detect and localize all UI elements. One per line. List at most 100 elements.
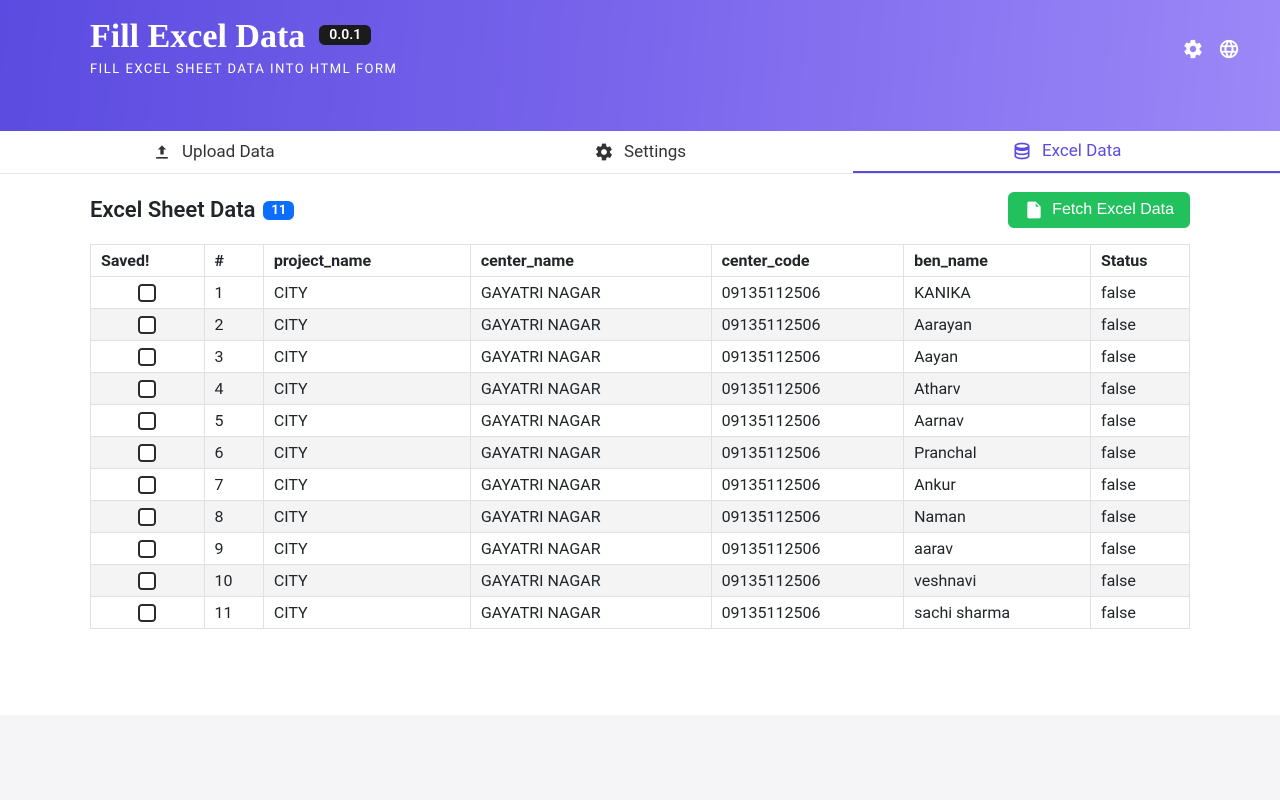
- table-row: 10CITYGAYATRI NAGAR09135112506veshnavifa…: [91, 565, 1190, 597]
- cell-center-name: GAYATRI NAGAR: [470, 501, 711, 533]
- tab-excel-data[interactable]: Excel Data: [853, 131, 1280, 173]
- cell-center-name: GAYATRI NAGAR: [470, 597, 711, 629]
- row-saved-checkbox[interactable]: [138, 348, 156, 366]
- cell-index: 11: [204, 597, 263, 629]
- row-saved-checkbox[interactable]: [138, 476, 156, 494]
- cell-index: 3: [204, 341, 263, 373]
- table-row: 6CITYGAYATRI NAGAR09135112506Pranchalfal…: [91, 437, 1190, 469]
- cell-ben-name: Atharv: [904, 373, 1091, 405]
- cell-ben-name: KANIKA: [904, 277, 1091, 309]
- cell-center-code: 09135112506: [711, 533, 904, 565]
- cell-center-code: 09135112506: [711, 565, 904, 597]
- cell-center-name: GAYATRI NAGAR: [470, 277, 711, 309]
- gear-icon: [594, 142, 614, 162]
- tab-excel-label: Excel Data: [1042, 141, 1121, 161]
- row-saved-checkbox[interactable]: [138, 444, 156, 462]
- row-saved-checkbox[interactable]: [138, 540, 156, 558]
- cell-ben-name: Aayan: [904, 341, 1091, 373]
- cell-status: false: [1091, 533, 1190, 565]
- col-header-ben: ben_name: [904, 245, 1091, 277]
- cell-center-name: GAYATRI NAGAR: [470, 437, 711, 469]
- cell-project-name: CITY: [263, 533, 470, 565]
- cell-status: false: [1091, 565, 1190, 597]
- cell-ben-name: Pranchal: [904, 437, 1091, 469]
- row-saved-checkbox[interactable]: [138, 412, 156, 430]
- table-row: 9CITYGAYATRI NAGAR09135112506aaravfalse: [91, 533, 1190, 565]
- table-row: 8CITYGAYATRI NAGAR09135112506Namanfalse: [91, 501, 1190, 533]
- tab-upload-data[interactable]: Upload Data: [0, 131, 427, 173]
- cell-status: false: [1091, 341, 1190, 373]
- cell-ben-name: Naman: [904, 501, 1091, 533]
- cell-status: false: [1091, 277, 1190, 309]
- col-header-center: center_name: [470, 245, 711, 277]
- cell-index: 7: [204, 469, 263, 501]
- cell-ben-name: aarav: [904, 533, 1091, 565]
- tab-settings[interactable]: Settings: [427, 131, 854, 173]
- cell-index: 6: [204, 437, 263, 469]
- cell-index: 10: [204, 565, 263, 597]
- col-header-code: center_code: [711, 245, 904, 277]
- row-saved-checkbox[interactable]: [138, 604, 156, 622]
- database-icon: [1012, 141, 1032, 161]
- fetch-excel-label: Fetch Excel Data: [1052, 201, 1174, 219]
- row-saved-checkbox[interactable]: [138, 284, 156, 302]
- cell-center-name: GAYATRI NAGAR: [470, 469, 711, 501]
- cell-center-code: 09135112506: [711, 469, 904, 501]
- table-row: 3CITYGAYATRI NAGAR09135112506Aayanfalse: [91, 341, 1190, 373]
- cell-project-name: CITY: [263, 565, 470, 597]
- page-title: Excel Sheet Data: [90, 198, 255, 223]
- cell-index: 8: [204, 501, 263, 533]
- col-header-index: #: [204, 245, 263, 277]
- globe-icon[interactable]: [1218, 38, 1240, 64]
- cell-project-name: CITY: [263, 405, 470, 437]
- cell-index: 5: [204, 405, 263, 437]
- cell-ben-name: Aarayan: [904, 309, 1091, 341]
- version-badge: 0.0.1: [319, 25, 371, 45]
- footer-bar: [0, 715, 1280, 800]
- cell-center-name: GAYATRI NAGAR: [470, 533, 711, 565]
- cell-center-code: 09135112506: [711, 405, 904, 437]
- cell-index: 1: [204, 277, 263, 309]
- row-saved-checkbox[interactable]: [138, 316, 156, 334]
- cell-ben-name: sachi sharma: [904, 597, 1091, 629]
- table-row: 1CITYGAYATRI NAGAR09135112506KANIKAfalse: [91, 277, 1190, 309]
- cell-center-code: 09135112506: [711, 501, 904, 533]
- tab-bar: Upload Data Settings Excel Data: [0, 131, 1280, 174]
- cell-center-name: GAYATRI NAGAR: [470, 341, 711, 373]
- cell-center-code: 09135112506: [711, 597, 904, 629]
- cell-center-code: 09135112506: [711, 309, 904, 341]
- cell-status: false: [1091, 373, 1190, 405]
- cell-center-code: 09135112506: [711, 277, 904, 309]
- cell-center-name: GAYATRI NAGAR: [470, 405, 711, 437]
- cell-status: false: [1091, 501, 1190, 533]
- cell-center-code: 09135112506: [711, 437, 904, 469]
- col-header-saved: Saved!: [91, 245, 205, 277]
- excel-data-table: Saved! # project_name center_name center…: [90, 244, 1190, 629]
- cell-ben-name: Ankur: [904, 469, 1091, 501]
- fetch-excel-button[interactable]: Fetch Excel Data: [1008, 192, 1190, 228]
- cell-project-name: CITY: [263, 501, 470, 533]
- col-header-status: Status: [1091, 245, 1190, 277]
- table-row: 5CITYGAYATRI NAGAR09135112506Aarnavfalse: [91, 405, 1190, 437]
- row-saved-checkbox[interactable]: [138, 380, 156, 398]
- cell-status: false: [1091, 405, 1190, 437]
- table-row: 7CITYGAYATRI NAGAR09135112506Ankurfalse: [91, 469, 1190, 501]
- row-saved-checkbox[interactable]: [138, 508, 156, 526]
- cell-center-name: GAYATRI NAGAR: [470, 373, 711, 405]
- cell-status: false: [1091, 469, 1190, 501]
- table-row: 11CITYGAYATRI NAGAR09135112506sachi shar…: [91, 597, 1190, 629]
- cell-ben-name: veshnavi: [904, 565, 1091, 597]
- cell-project-name: CITY: [263, 373, 470, 405]
- gear-icon[interactable]: [1182, 38, 1204, 64]
- row-saved-checkbox[interactable]: [138, 572, 156, 590]
- cell-project-name: CITY: [263, 341, 470, 373]
- row-count-badge: 11: [263, 201, 294, 220]
- col-header-project: project_name: [263, 245, 470, 277]
- tab-upload-label: Upload Data: [182, 142, 275, 162]
- cell-status: false: [1091, 437, 1190, 469]
- cell-center-name: GAYATRI NAGAR: [470, 309, 711, 341]
- cell-project-name: CITY: [263, 309, 470, 341]
- table-row: 2CITYGAYATRI NAGAR09135112506Aarayanfals…: [91, 309, 1190, 341]
- cell-center-code: 09135112506: [711, 341, 904, 373]
- cell-ben-name: Aarnav: [904, 405, 1091, 437]
